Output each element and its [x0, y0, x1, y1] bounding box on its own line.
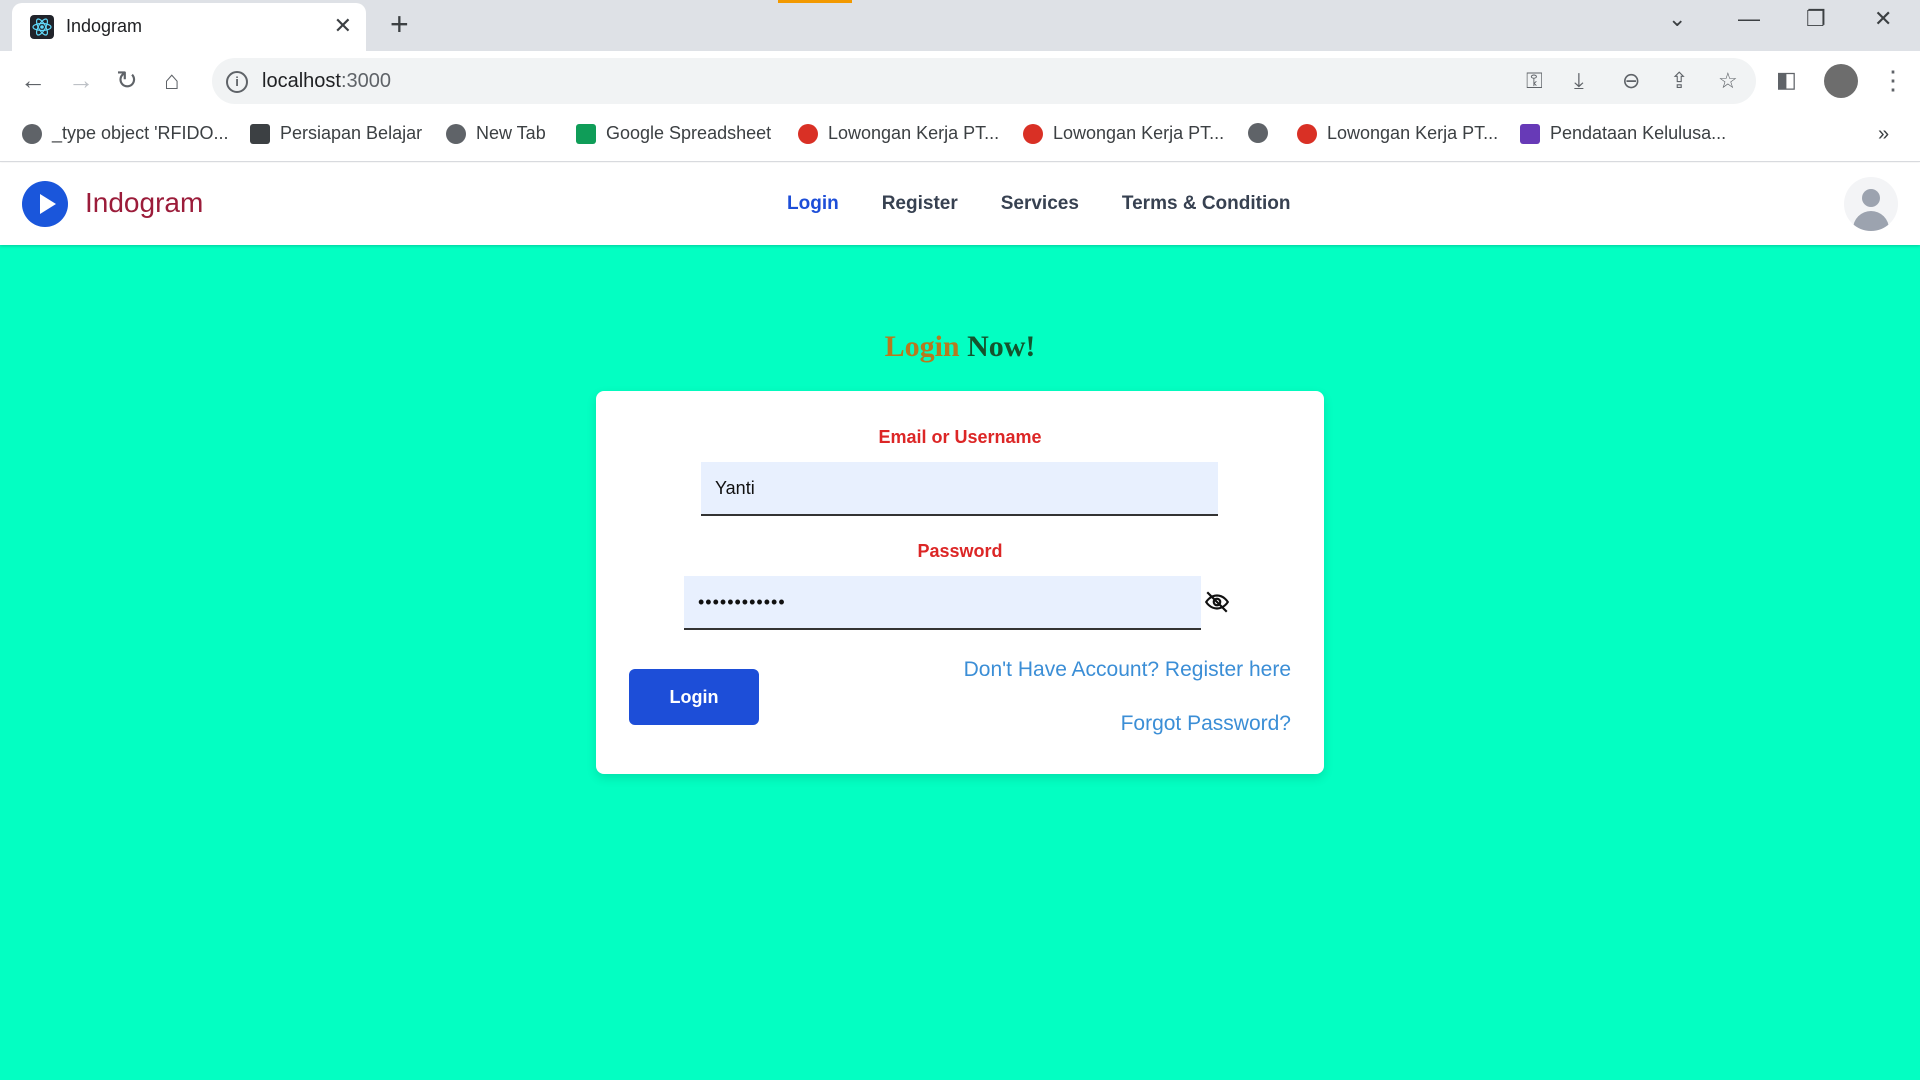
forward-icon[interactable]: →: [68, 65, 94, 95]
bookmarks-bar: _type object 'RFIDO... Persiapan Belajar…: [0, 113, 1920, 162]
email-field[interactable]: [701, 462, 1218, 516]
bookmark-item[interactable]: [1248, 123, 1278, 143]
side-panel-icon[interactable]: ◧: [1776, 65, 1797, 95]
bookmark-item[interactable]: Google Spreadsheet: [576, 123, 771, 144]
login-card: Email or Username Password Login Don't H…: [596, 391, 1324, 774]
browser-chrome: Indogram ✕ + ⌄ — ❐ ✕ ← → ↻ ⌂ i localhost…: [0, 0, 1920, 163]
eye-off-icon[interactable]: [1204, 589, 1230, 615]
login-button[interactable]: Login: [629, 669, 759, 725]
react-favicon-icon: [30, 15, 54, 39]
nav-register-link[interactable]: Register: [882, 193, 958, 215]
bookmark-item[interactable]: Lowongan Kerja PT...: [798, 123, 999, 144]
bookmark-item[interactable]: New Tab: [446, 123, 546, 144]
globe-icon: [1248, 123, 1268, 143]
job-icon: [798, 123, 818, 144]
nav-terms-link[interactable]: Terms & Condition: [1122, 193, 1291, 215]
sheets-icon: [576, 123, 596, 144]
app-logo-icon[interactable]: [22, 181, 68, 227]
globe-icon: [446, 123, 466, 144]
close-window-icon[interactable]: ✕: [1874, 6, 1892, 32]
app-navbar: Indogram Login Register Services Terms &…: [0, 163, 1920, 245]
key-icon[interactable]: ⚿: [1526, 68, 1543, 94]
g-icon: [250, 123, 270, 144]
job-icon: [1297, 123, 1317, 144]
zoom-out-icon[interactable]: ⊖: [1622, 68, 1640, 94]
avatar-head: [1862, 189, 1880, 207]
forms-icon: [1520, 123, 1540, 144]
login-heading: Login Now!: [884, 330, 1036, 363]
email-label: Email or Username: [878, 427, 1042, 447]
minimize-icon[interactable]: —: [1738, 6, 1760, 32]
tab-title: Indogram: [66, 16, 143, 36]
bookmark-item[interactable]: _type object 'RFIDO...: [22, 123, 229, 144]
password-label: Password: [917, 541, 1003, 561]
password-field[interactable]: [684, 576, 1201, 630]
new-tab-icon[interactable]: +: [390, 8, 409, 40]
nav-login-link[interactable]: Login: [787, 193, 839, 215]
url-text: localhost:3000: [262, 70, 391, 92]
brand-name[interactable]: Indogram: [85, 187, 203, 219]
more-bookmarks-button[interactable]: »: [1878, 123, 1889, 146]
site-info-icon[interactable]: i: [226, 71, 248, 93]
share-icon[interactable]: ⇪: [1670, 68, 1688, 94]
address-bar[interactable]: i localhost:3000 ⚿ ⤓ ⊖ ⇪ ☆: [212, 58, 1756, 104]
back-icon[interactable]: ←: [20, 65, 46, 95]
bookmark-item[interactable]: Lowongan Kerja PT...: [1297, 123, 1498, 144]
tab-search-icon[interactable]: ⌄: [1668, 6, 1686, 32]
nav-services-link[interactable]: Services: [1001, 193, 1079, 215]
browser-toolbar: ← → ↻ ⌂ i localhost:3000 ⚿ ⤓ ⊖ ⇪ ☆ ◧ ⋮: [0, 51, 1920, 113]
star-icon[interactable]: ☆: [1718, 68, 1738, 94]
browser-tab[interactable]: Indogram ✕: [12, 3, 366, 51]
job-icon: [1023, 123, 1043, 144]
bookmark-item[interactable]: Persiapan Belajar: [250, 123, 422, 144]
menu-icon[interactable]: ⋮: [1880, 65, 1906, 95]
close-tab-icon[interactable]: ✕: [334, 13, 352, 39]
nav-links: Login Register Services Terms & Conditio…: [787, 193, 1290, 215]
restore-icon[interactable]: ❐: [1806, 6, 1826, 32]
user-avatar-icon[interactable]: [1844, 177, 1898, 231]
forgot-password-link[interactable]: Forgot Password?: [1121, 712, 1291, 736]
avatar-body: [1853, 211, 1889, 231]
tab-strip: Indogram ✕ + ⌄ — ❐ ✕: [0, 0, 1920, 51]
reload-icon[interactable]: ↻: [116, 65, 138, 95]
loading-indicator: [778, 0, 852, 3]
globe-icon: [22, 123, 42, 144]
register-link[interactable]: Don't Have Account? Register here: [964, 658, 1291, 682]
home-icon[interactable]: ⌂: [164, 65, 180, 95]
install-icon[interactable]: ⤓: [1574, 68, 1584, 94]
profile-avatar[interactable]: [1824, 64, 1858, 98]
bookmark-item[interactable]: Pendataan Kelulusa...: [1520, 123, 1726, 144]
bookmark-item[interactable]: Lowongan Kerja PT...: [1023, 123, 1224, 144]
